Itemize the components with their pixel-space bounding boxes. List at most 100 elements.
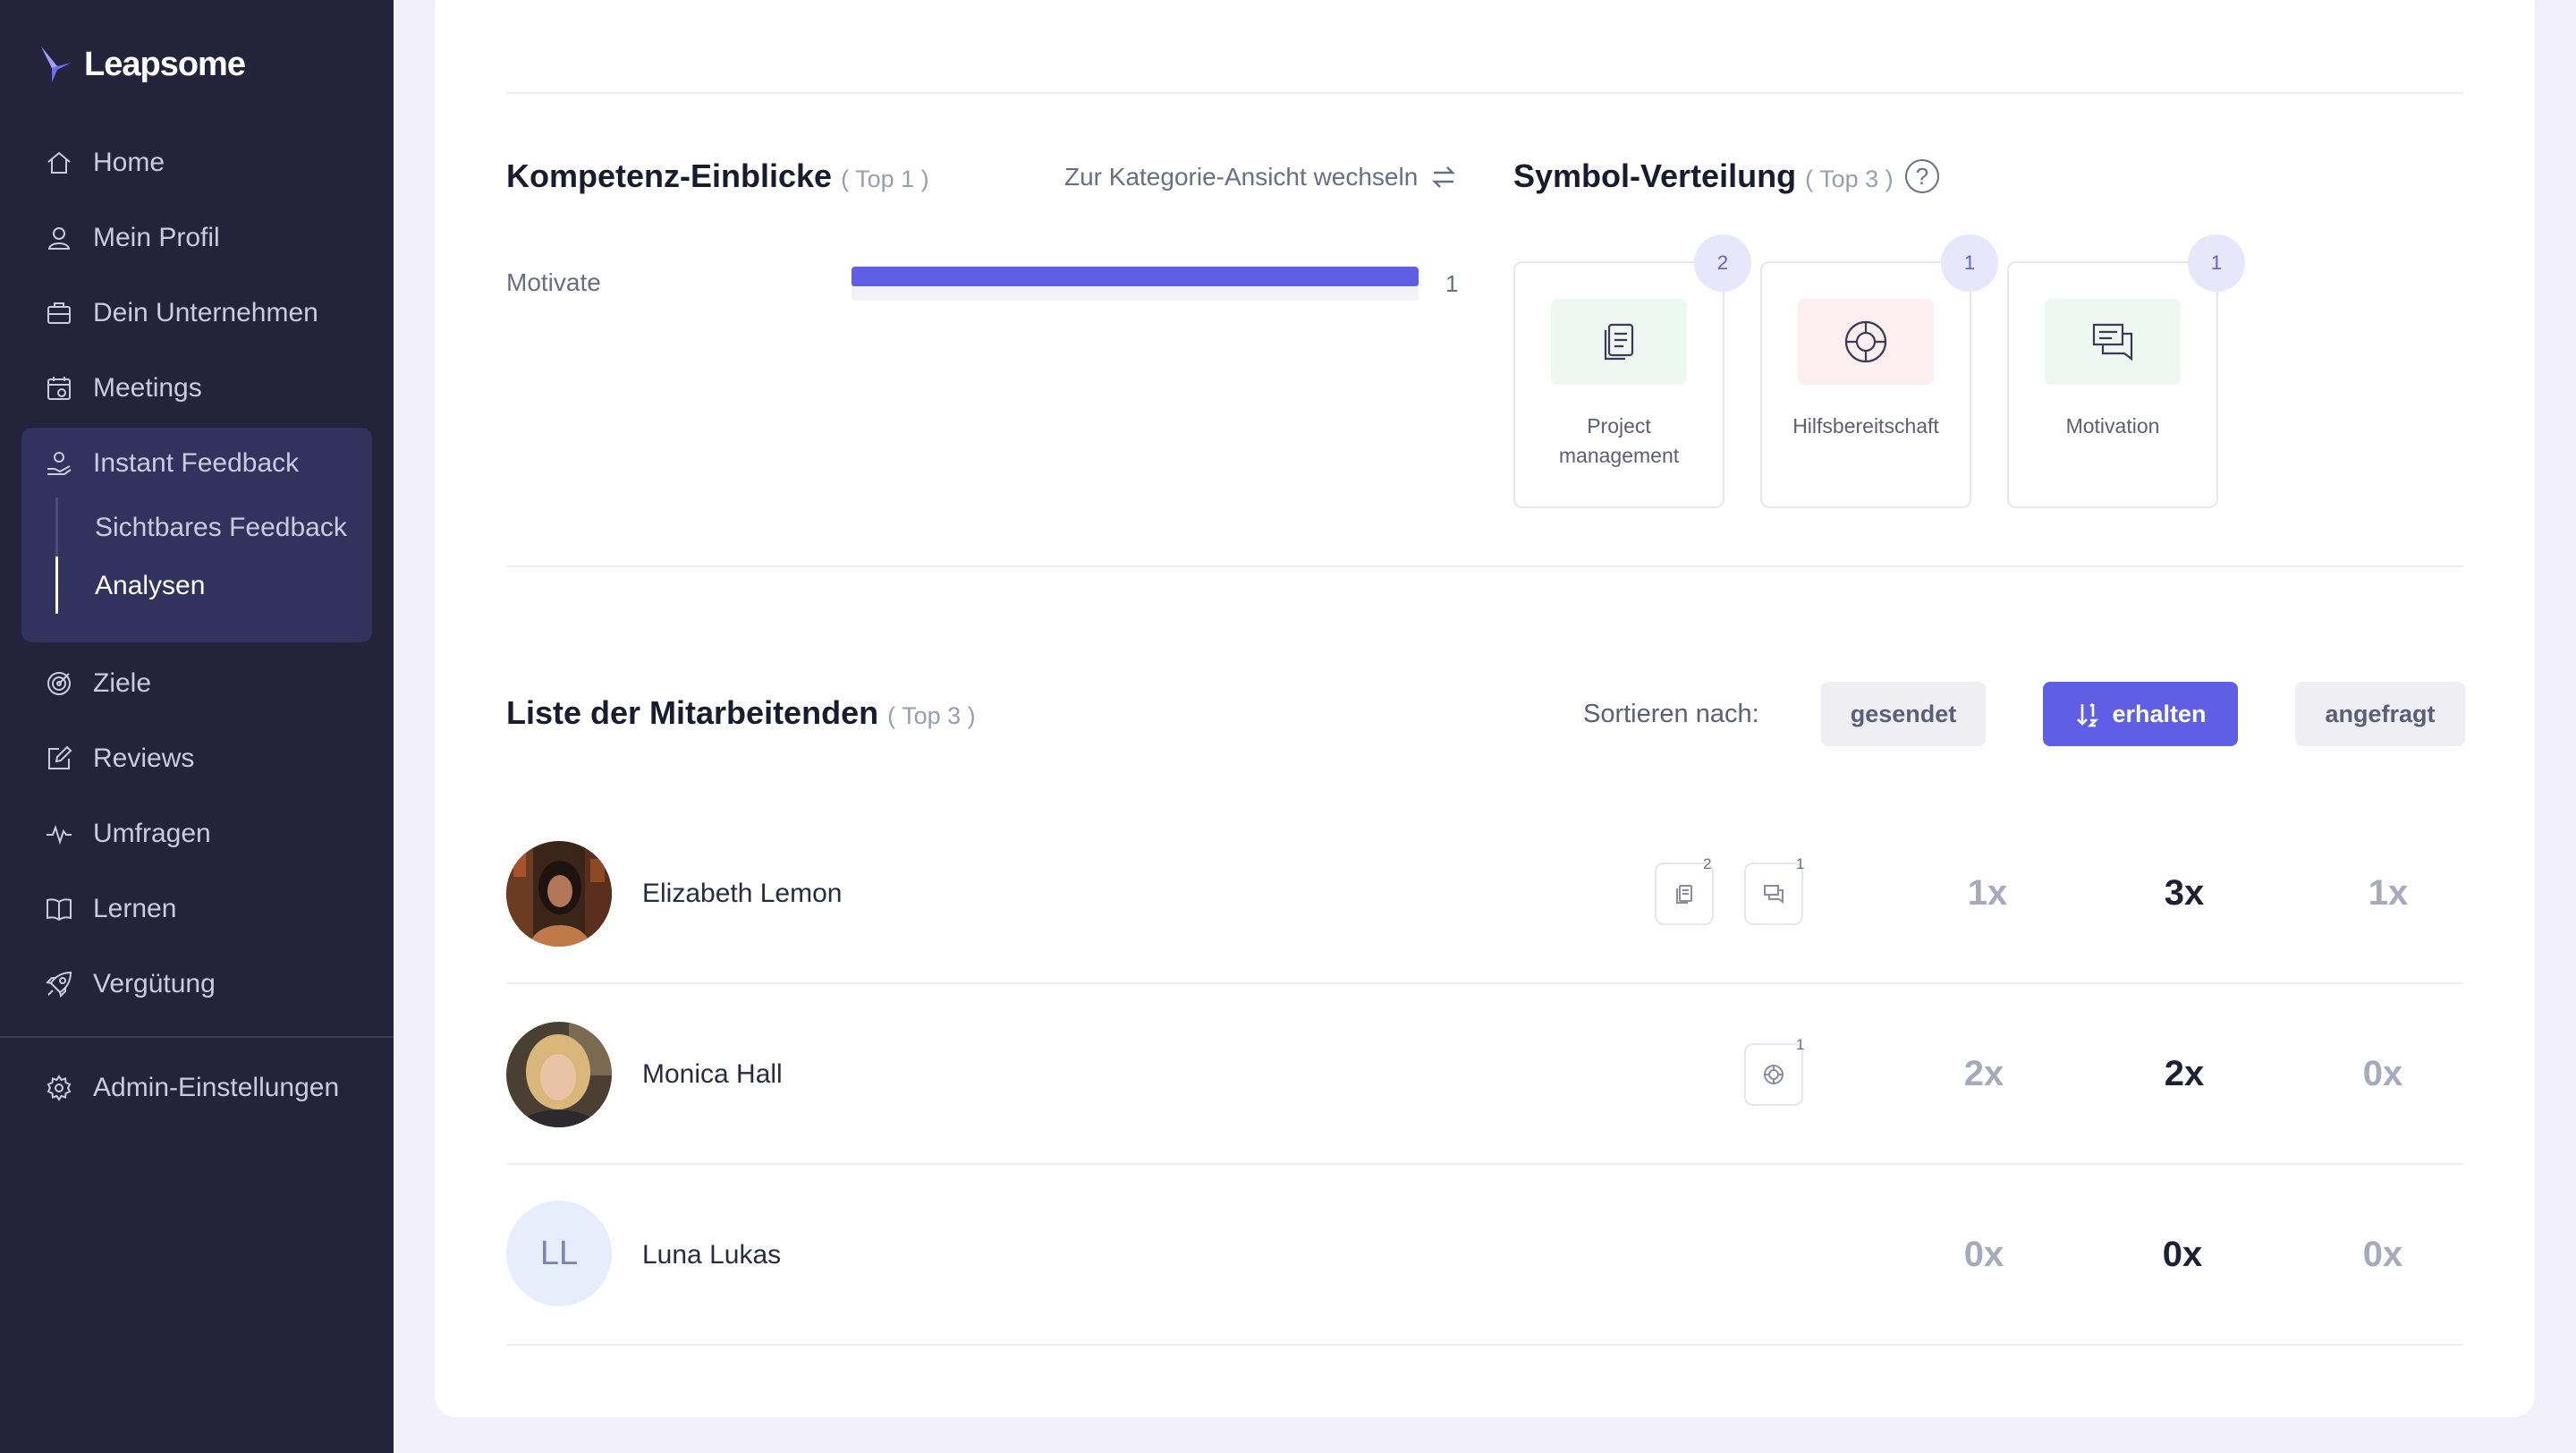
sidebar-item-label: Meetings <box>93 373 202 403</box>
document-icon <box>1604 323 1634 361</box>
row-symbol-count: 1 <box>1796 855 1805 872</box>
chat-icon <box>1764 885 1784 904</box>
user-icon <box>47 227 71 250</box>
competence-label: Motivate <box>506 268 601 296</box>
sidebar-item-label: Instant Feedback <box>93 448 300 478</box>
metric-sent: 2x <box>1963 1054 2004 1093</box>
sidebar-item-company[interactable]: Dein Unternehmen <box>45 292 318 335</box>
sidebar-item-profile[interactable]: Mein Profil <box>45 217 220 259</box>
subnav-line-active <box>55 557 58 614</box>
divider <box>506 1344 2463 1346</box>
symbols-title: Symbol-Verteilung ( Top 3 ) <box>1513 157 1894 195</box>
symbol-tile-label: Hilfsbereitschaft <box>1792 414 1939 438</box>
swap-arrows-icon <box>1432 166 1456 188</box>
employees-title: Liste der Mitarbeitenden ( Top 3 ) <box>506 694 976 732</box>
document-icon <box>1676 885 1692 904</box>
sort-sent-button[interactable]: gesendet <box>1821 682 1986 746</box>
sidebar-item-label: Admin-Einstellungen <box>93 1073 340 1102</box>
competence-value: 1 <box>1445 270 1459 297</box>
sidebar-item-label: Umfragen <box>93 819 211 848</box>
sort-received-button[interactable]: erhalten <box>2043 682 2238 746</box>
lifebuoy-icon <box>1844 320 1887 363</box>
gear-icon <box>47 1075 72 1101</box>
lifebuoy-icon <box>1764 1065 1784 1084</box>
metric-requested: 1x <box>2368 873 2409 913</box>
metric-requested: 0x <box>2362 1054 2403 1093</box>
employee-name[interactable]: Monica Hall <box>642 1059 783 1090</box>
subnav-line <box>55 497 58 557</box>
divider <box>506 1163 2463 1165</box>
sidebar-item-label: Mein Profil <box>93 223 220 252</box>
avatar-photo <box>506 841 612 947</box>
sidebar-item-label: Dein Unternehmen <box>93 298 318 327</box>
help-icon[interactable]: ? <box>1905 159 1939 193</box>
sidebar-item-compensation[interactable]: Vergütung <box>45 963 216 1006</box>
avatar-initials[interactable]: LL <box>506 1201 612 1306</box>
competence-title-text: Kompetenz-Einblicke <box>506 157 833 194</box>
sidebar-item-learning[interactable]: Lernen <box>45 888 176 930</box>
symbols-title-text: Symbol-Verteilung <box>1513 157 1797 194</box>
symbol-icon-box <box>1798 299 1934 385</box>
feedback-hand-icon <box>47 452 72 475</box>
target-icon <box>47 672 71 695</box>
metric-received: 3x <box>2164 873 2205 913</box>
switch-category-view-link[interactable]: Zur Kategorie-Ansicht wechseln <box>1064 163 1457 191</box>
sidebar-item-reviews[interactable]: Reviews <box>45 737 194 780</box>
sidebar-divider <box>0 1036 394 1038</box>
edit-icon <box>48 745 72 769</box>
metric-received: 2x <box>2164 1054 2205 1093</box>
symbol-count-badge: 1 <box>2188 234 2245 292</box>
divider <box>506 982 2463 984</box>
sort-requested-label: angefragt <box>2325 700 2436 727</box>
chat-icon <box>2092 323 2133 361</box>
row-symbol-count: 1 <box>1796 1036 1805 1053</box>
sidebar-subitem-visible-feedback[interactable]: Sichtbares Feedback <box>95 508 347 548</box>
employee-name[interactable]: Luna Lukas <box>642 1240 781 1270</box>
logo-text: Leapsome <box>84 45 246 83</box>
sidebar-item-instant-feedback[interactable]: Instant Feedback <box>45 442 299 485</box>
metric-received: 0x <box>2162 1235 2203 1274</box>
sort-requested-button[interactable]: angefragt <box>2295 682 2465 746</box>
sidebar-item-admin-settings[interactable]: Admin-Einstellungen <box>45 1066 339 1109</box>
symbol-icon-box <box>1551 299 1687 385</box>
sort-received-label: erhalten <box>2112 700 2207 727</box>
symbol-count-badge: 2 <box>1694 234 1751 292</box>
sidebar-item-surveys[interactable]: Umfragen <box>45 812 211 855</box>
sidebar-item-label: Vergütung <box>93 969 216 998</box>
competence-subtitle: ( Top 1 ) <box>841 166 929 192</box>
sidebar-item-label: Home <box>93 148 165 177</box>
symbol-tile-helpfulness[interactable]: Hilfsbereitschaft <box>1760 261 1971 508</box>
competence-bar-fill <box>852 267 1419 286</box>
competence-bar-track <box>852 267 1419 301</box>
metric-sent: 1x <box>1967 873 2008 913</box>
avatar[interactable] <box>506 841 612 947</box>
row-symbol-count: 2 <box>1703 855 1712 872</box>
sidebar-item-label: Lernen <box>93 894 177 923</box>
sidebar-subitem-label: Sichtbares Feedback <box>95 513 347 542</box>
row-symbol-badge <box>1744 862 1803 925</box>
metric-sent: 0x <box>1963 1235 2004 1274</box>
book-icon <box>47 898 72 922</box>
sidebar-item-home[interactable]: Home <box>45 141 165 184</box>
symbol-tile-project-management[interactable]: Project management <box>1513 261 1724 508</box>
switch-category-view-label: Zur Kategorie-Ansicht wechseln <box>1064 163 1419 191</box>
competence-title: Kompetenz-Einblicke ( Top 1 ) <box>506 157 929 195</box>
sidebar-item-goals[interactable]: Ziele <box>45 662 151 705</box>
sidebar-item-meetings[interactable]: Meetings <box>45 367 202 410</box>
sidebar-item-label: Reviews <box>93 743 195 773</box>
app-logo[interactable]: Leapsome <box>39 45 246 84</box>
employees-title-text: Liste der Mitarbeitenden <box>506 694 879 731</box>
avatar[interactable] <box>506 1022 612 1127</box>
sidebar-subitem-analytics[interactable]: Analysen <box>95 566 205 606</box>
symbol-count-badge: 1 <box>1941 234 1998 292</box>
divider <box>506 92 2463 94</box>
row-symbol-badge <box>1744 1043 1803 1106</box>
calendar-icon <box>47 377 71 400</box>
divider <box>506 565 2463 567</box>
sort-sent-label: gesendet <box>1850 700 1957 727</box>
sidebar-subitem-label: Analysen <box>95 571 206 600</box>
sidebar-item-label: Ziele <box>93 668 152 698</box>
employee-name[interactable]: Elizabeth Lemon <box>642 879 842 909</box>
symbol-tile-motivation[interactable]: Motivation <box>2007 261 2218 508</box>
symbols-subtitle: ( Top 3 ) <box>1805 166 1894 192</box>
